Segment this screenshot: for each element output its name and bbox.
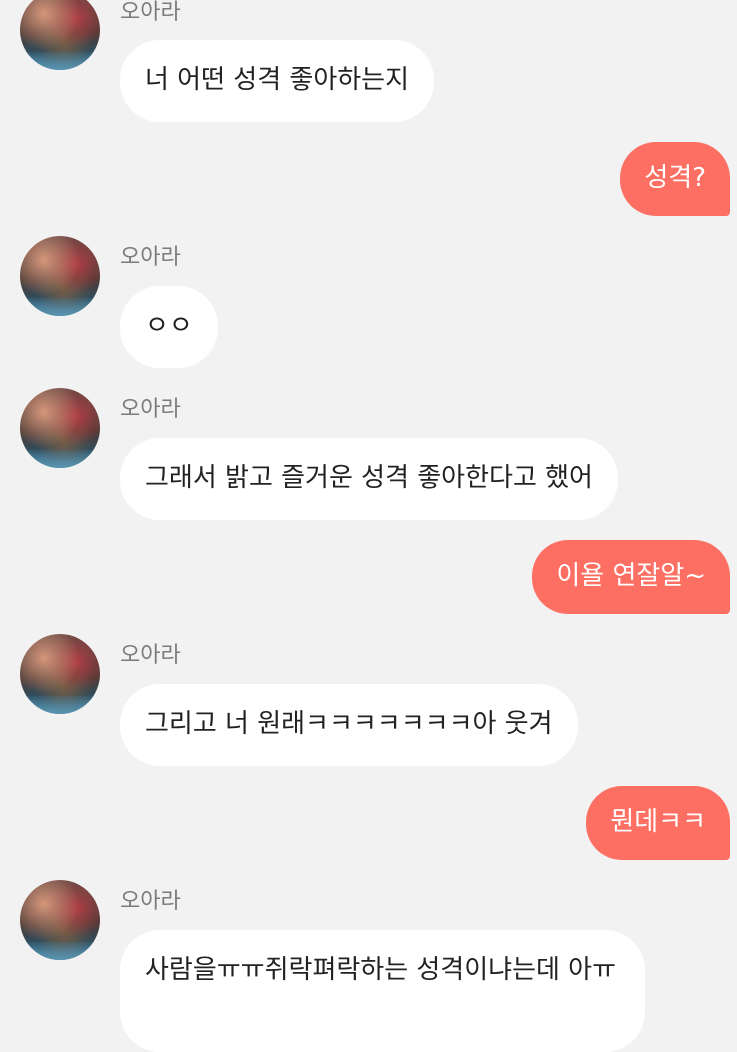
incoming-message-bubble[interactable]: 그래서 밝고 즐거운 성격 좋아한다고 했어: [120, 438, 618, 520]
incoming-message-bubble[interactable]: 너 어떤 성격 좋아하는지: [120, 40, 434, 122]
outgoing-message-bubble[interactable]: 뭔데ㅋㅋ: [586, 786, 730, 860]
outgoing-message-bubble[interactable]: 이욜 연잘알~: [532, 540, 730, 614]
incoming-message-bubble[interactable]: ㅇㅇ: [120, 286, 218, 368]
sender-avatar[interactable]: [20, 388, 100, 468]
chat-thread[interactable]: 오아라 너 어떤 성격 좋아하는지 성격? 오아라 ㅇㅇ 오아라 그래서 밝고 …: [0, 0, 737, 1052]
sender-name: 오아라: [120, 397, 181, 422]
sender-name: 오아라: [120, 0, 181, 25]
sender-avatar[interactable]: [20, 880, 100, 960]
sender-avatar[interactable]: [20, 634, 100, 714]
incoming-message-bubble[interactable]: 그리고 너 원래ㅋㅋㅋㅋㅋㅋㅋ아 웃겨: [120, 684, 578, 766]
incoming-message-bubble[interactable]: 사람을ㅠㅠ쥐락펴락하는 성격이냐는데 아ㅠ: [120, 930, 645, 1052]
sender-name: 오아라: [120, 889, 181, 914]
sender-avatar[interactable]: [20, 236, 100, 316]
outgoing-message-bubble[interactable]: 성격?: [620, 142, 730, 216]
sender-avatar[interactable]: [20, 0, 100, 70]
sender-name: 오아라: [120, 643, 181, 668]
sender-name: 오아라: [120, 245, 181, 270]
